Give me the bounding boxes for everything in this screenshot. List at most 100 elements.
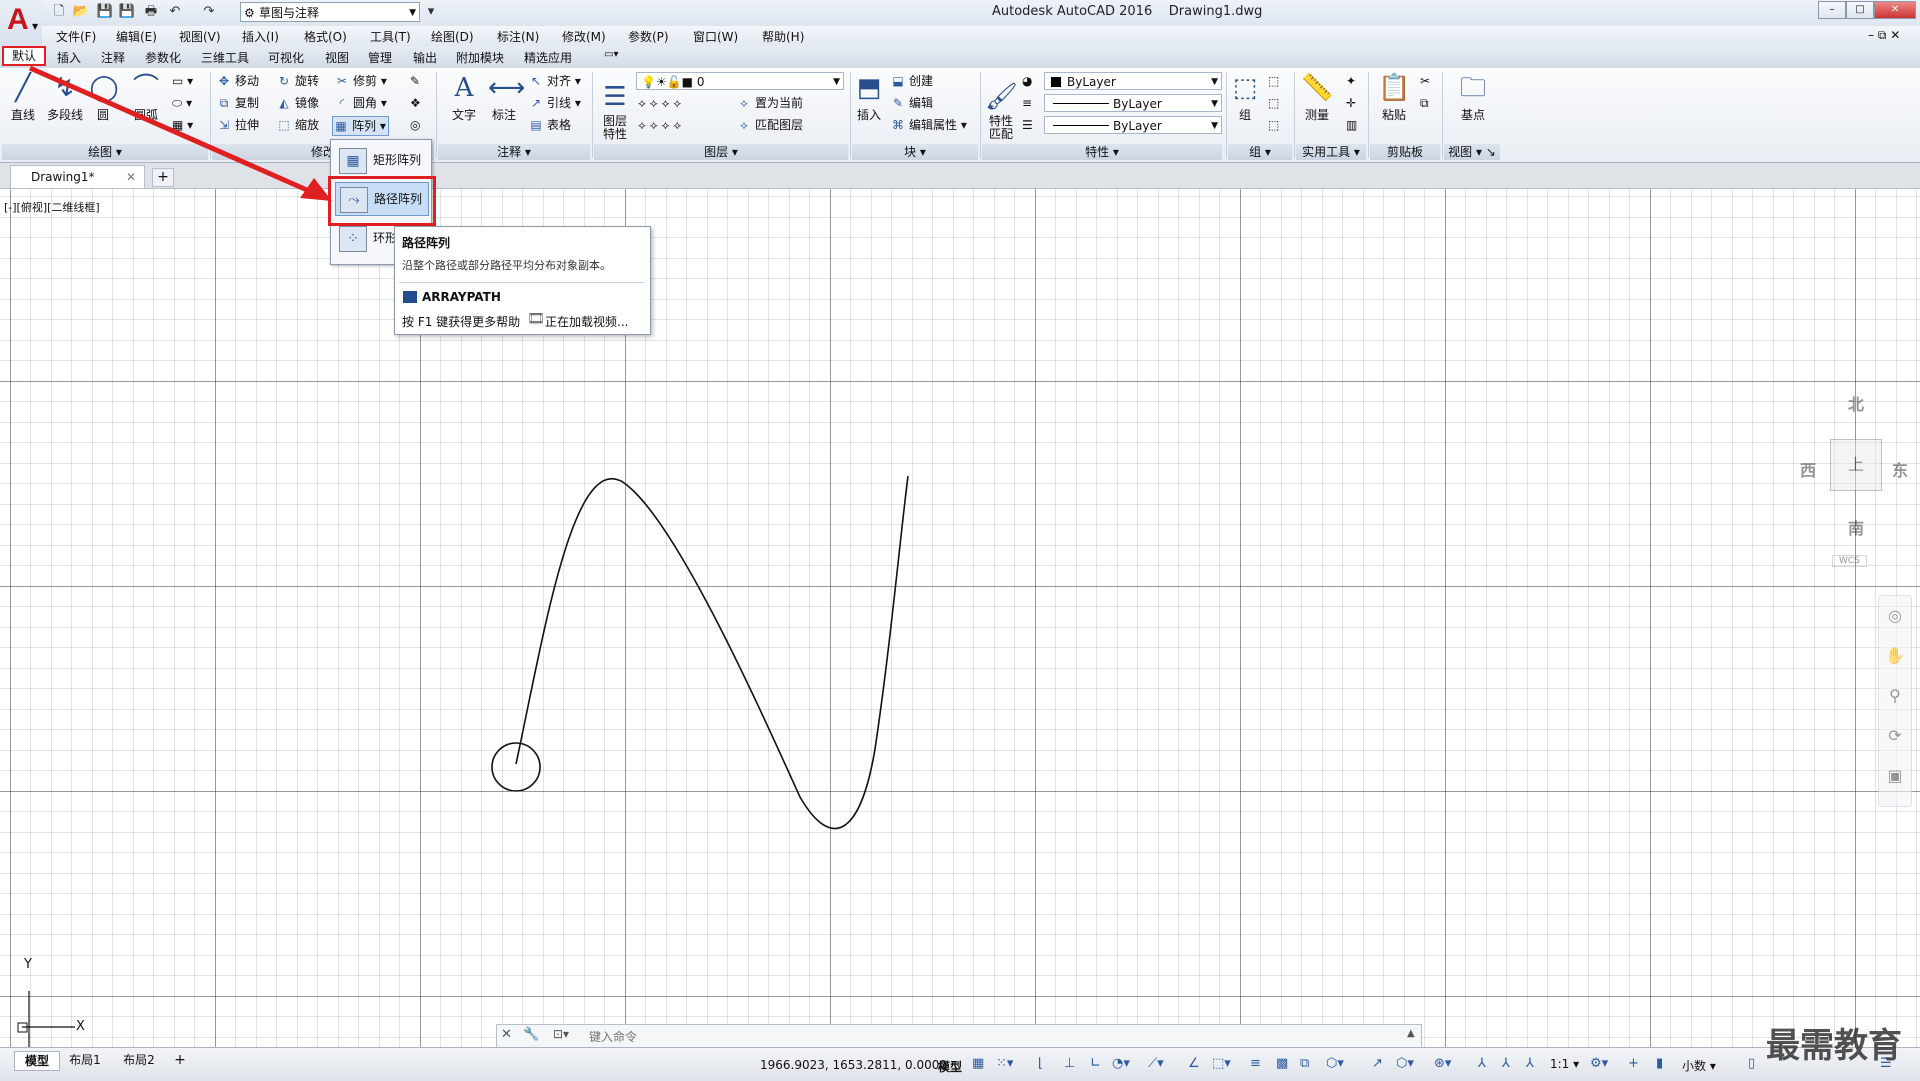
- viewcube-top-face[interactable]: 上: [1830, 439, 1882, 491]
- color-select[interactable]: ByLayer ▼: [1044, 72, 1222, 90]
- close-button[interactable]: ✕: [1874, 1, 1916, 19]
- dimension-button[interactable]: ⟷ 标注: [486, 72, 525, 123]
- lineweight-icon[interactable]: ☰: [1022, 116, 1033, 134]
- model-space-toggle[interactable]: 模型: [938, 1058, 962, 1075]
- polar-tracking-icon[interactable]: ◔▾: [1112, 1056, 1130, 1071]
- match-layer-button[interactable]: ⟡ 匹配图层: [736, 116, 803, 134]
- viewcube-east[interactable]: 东: [1892, 457, 1908, 481]
- viewcube-west[interactable]: 西: [1800, 457, 1816, 481]
- isolate-objects-icon[interactable]: ▯: [1748, 1056, 1755, 1071]
- ribbon-options-icon[interactable]: ▭▾: [604, 49, 618, 60]
- infer-constraints-icon[interactable]: ⌊: [1038, 1056, 1043, 1071]
- wrench-icon[interactable]: 🔧: [523, 1027, 539, 1042]
- menu-help[interactable]: 帮助(H): [762, 28, 804, 45]
- isodraft-icon[interactable]: ⟋▾: [1148, 1056, 1164, 1071]
- measure-button[interactable]: 📏 测量: [1298, 72, 1336, 123]
- dynamic-input-icon[interactable]: ⊥: [1064, 1056, 1075, 1071]
- group-edit-icon[interactable]: ⬚: [1268, 94, 1279, 112]
- layer-properties-button[interactable]: ☰ 图层 特性: [598, 68, 632, 141]
- annotation-visibility-icon[interactable]: ⅄: [1478, 1056, 1486, 1071]
- layout-tab-1[interactable]: 布局1: [62, 1051, 108, 1069]
- annotation-monitor-icon[interactable]: +: [1628, 1056, 1639, 1071]
- base-point-button[interactable]: 🗀 基点: [1454, 72, 1492, 123]
- group-select-icon[interactable]: ⬚: [1268, 116, 1279, 134]
- calculator-icon[interactable]: ▥: [1346, 116, 1357, 134]
- quick-select-icon[interactable]: ✦: [1346, 72, 1356, 90]
- point-icon[interactable]: ✛: [1346, 94, 1356, 112]
- quick-properties-icon[interactable]: ▮: [1656, 1056, 1663, 1071]
- layer-tools-row1[interactable]: ⟡ ⟡ ⟡ ⟡: [638, 94, 681, 112]
- table-button[interactable]: ▤ 表格: [528, 116, 571, 134]
- tab-featured-apps[interactable]: 精选应用: [524, 49, 572, 66]
- transparency-icon[interactable]: ▩: [1276, 1056, 1288, 1071]
- align-button[interactable]: ↖ 对齐 ▾: [528, 72, 581, 90]
- command-line[interactable]: ✕ 🔧 ⊡▾ ▲: [496, 1024, 1422, 1048]
- paste-button[interactable]: 📋 粘贴: [1376, 72, 1412, 123]
- insert-block-button[interactable]: ⬒ 插入: [852, 72, 886, 123]
- clipboard-panel-title[interactable]: 剪贴板: [1370, 144, 1440, 160]
- match-properties-button[interactable]: 🖌 特性 匹配: [984, 68, 1018, 141]
- viewcube-north[interactable]: 北: [1848, 391, 1864, 415]
- copy-clip-icon[interactable]: ⧉: [1420, 94, 1429, 112]
- tab-addins[interactable]: 附加模块: [456, 49, 504, 66]
- grid-icon[interactable]: ▦: [972, 1056, 984, 1071]
- linetype-icon[interactable]: ≡: [1022, 94, 1032, 112]
- pan-icon[interactable]: ✋: [1879, 636, 1911, 676]
- drawing-area[interactable]: [-][俯视][二维线框] Y X 北 西 东 南 上 WCS ◎ ✋ ⚲ ⟳ …: [0, 189, 1920, 1047]
- steering-wheel-icon[interactable]: ◎: [1879, 596, 1911, 636]
- command-prompt-icon[interactable]: ⊡▾: [553, 1027, 569, 1041]
- units-select[interactable]: 小数 ▾: [1682, 1057, 1716, 1074]
- dynamic-ucs-icon[interactable]: ↗: [1372, 1056, 1383, 1071]
- leader-button[interactable]: ↗ 引线 ▾: [528, 94, 581, 112]
- block-panel-title[interactable]: 块 ▾: [852, 144, 978, 160]
- menu-modify[interactable]: 修改(M): [562, 28, 606, 45]
- layer-tools-row2[interactable]: ⟡ ⟡ ⟡ ⟡: [638, 116, 681, 134]
- workspace-gear-icon[interactable]: ⚙▾: [1590, 1056, 1608, 1071]
- selection-cycling-icon[interactable]: ⧉: [1300, 1056, 1309, 1071]
- annotation-scale-icon[interactable]: ⅄: [1526, 1056, 1534, 1071]
- snap-icon[interactable]: ⁙▾: [996, 1056, 1013, 1071]
- auto-scale-icon[interactable]: ⅄: [1502, 1056, 1510, 1071]
- annotation-panel-title[interactable]: 注释 ▾: [438, 144, 590, 160]
- group-button[interactable]: ⬚ 组: [1228, 72, 1262, 123]
- properties-panel-title[interactable]: 特性 ▾: [982, 144, 1222, 160]
- object-snap-icon[interactable]: ⬚▾: [1212, 1056, 1231, 1071]
- orbit-icon[interactable]: ⟳: [1879, 716, 1911, 756]
- ungroup-icon[interactable]: ⬚: [1268, 72, 1279, 90]
- color-wheel-icon[interactable]: ◕: [1022, 72, 1032, 90]
- close-icon[interactable]: ✕: [501, 1027, 512, 1042]
- 3d-osnap-icon[interactable]: ⬡▾: [1326, 1056, 1344, 1071]
- menu-window[interactable]: 窗口(W): [693, 28, 738, 45]
- coordinates-readout[interactable]: 1966.9023, 1653.2811, 0.0000: [760, 1058, 947, 1072]
- layout-tab-model[interactable]: 模型: [14, 1051, 60, 1071]
- edit-attributes-button[interactable]: ⌘ 编辑属性 ▾: [890, 116, 967, 134]
- set-current-button[interactable]: ⟡ 置为当前: [736, 94, 803, 112]
- menu-dimension[interactable]: 标注(N): [497, 28, 539, 45]
- annotation-scale-select[interactable]: 1:1 ▾: [1550, 1057, 1579, 1071]
- edit-block-button[interactable]: ✎ 编辑: [890, 94, 933, 112]
- object-snap-tracking-icon[interactable]: ∠: [1188, 1056, 1200, 1071]
- minimize-button[interactable]: –: [1818, 1, 1846, 19]
- chevron-up-icon[interactable]: ▲: [1407, 1028, 1415, 1039]
- command-input[interactable]: [587, 1027, 1371, 1047]
- add-layout-button[interactable]: +: [172, 1051, 188, 1069]
- layout-tab-2[interactable]: 布局2: [116, 1051, 162, 1069]
- lineweight-toggle-icon[interactable]: ≡: [1250, 1056, 1261, 1071]
- navigation-bar[interactable]: ◎ ✋ ⚲ ⟳ ▣: [1878, 595, 1912, 807]
- menu-parametric[interactable]: 参数(P): [628, 28, 669, 45]
- selection-filter-icon[interactable]: ⬡▾: [1396, 1056, 1414, 1071]
- maximize-button[interactable]: □: [1846, 1, 1874, 19]
- groups-panel-title[interactable]: 组 ▾: [1228, 144, 1292, 160]
- viewcube-south[interactable]: 南: [1848, 515, 1864, 539]
- zoom-icon[interactable]: ⚲: [1879, 676, 1911, 716]
- cut-icon[interactable]: ✂: [1420, 72, 1430, 90]
- utilities-panel-title[interactable]: 实用工具 ▾: [1296, 144, 1366, 160]
- layer-select[interactable]: 💡☀🔓■ 0 ▼: [636, 72, 844, 90]
- view-panel-title[interactable]: 视图 ▾ ↘: [1444, 144, 1500, 160]
- lineweight-select[interactable]: ByLayer ▼: [1044, 116, 1222, 134]
- showmotion-icon[interactable]: ▣: [1879, 756, 1911, 796]
- wcs-menu[interactable]: WCS: [1832, 555, 1867, 567]
- gizmo-icon[interactable]: ⊛▾: [1434, 1056, 1451, 1071]
- viewcube[interactable]: 北 西 东 南 上 WCS: [1800, 389, 1910, 569]
- create-block-button[interactable]: ⬓ 创建: [890, 72, 933, 90]
